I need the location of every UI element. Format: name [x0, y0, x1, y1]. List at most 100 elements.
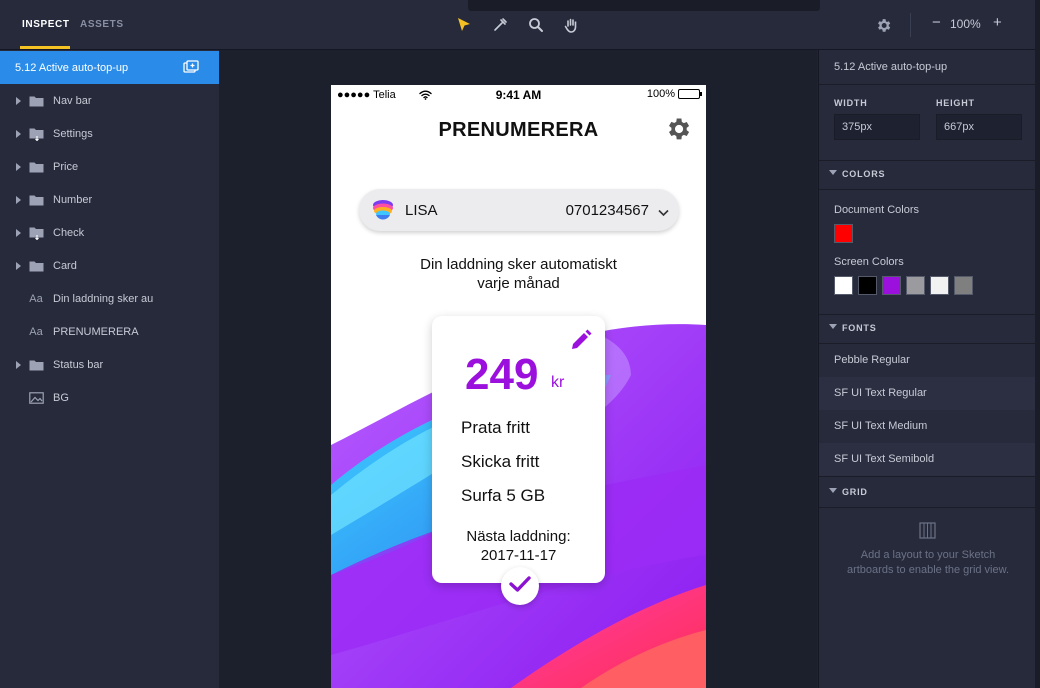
select-cursor-icon[interactable] [453, 14, 475, 36]
expand-arrow-icon[interactable] [16, 129, 21, 138]
layer-label: Check [53, 226, 85, 239]
divider [819, 84, 1037, 85]
expand-arrow-icon[interactable] [16, 261, 21, 270]
collapse-triangle-icon [829, 324, 837, 329]
grid-label: GRID [842, 487, 868, 497]
width-field[interactable]: 375px [834, 114, 920, 140]
zoom-level: 100% [950, 17, 981, 31]
screen-color-swatch[interactable] [858, 276, 877, 295]
font-item[interactable]: SF UI Text Regular [819, 377, 1037, 410]
confirm-check-button[interactable] [501, 567, 539, 605]
inspector-panel: 5.12 Active auto-top-up WIDTH HEIGHT 375… [818, 50, 1040, 688]
plan-card[interactable]: 249 kr Prata fritt Skicka fritt Surfa 5 … [432, 316, 605, 583]
export-artboard-icon[interactable] [183, 60, 199, 77]
divider [819, 160, 1037, 161]
grid-layout-icon [919, 522, 936, 539]
settings-gear-icon[interactable] [664, 115, 692, 143]
colors-label: COLORS [842, 169, 886, 179]
layer-label: PRENUMERERA [53, 325, 139, 338]
divider [819, 507, 1037, 508]
height-field[interactable]: 667px [936, 114, 1022, 140]
layer-card[interactable]: Card [0, 249, 219, 282]
layer-price[interactable]: Price [0, 150, 219, 183]
layer-settings[interactable]: Settings [0, 117, 219, 150]
grid-hint-line-1: Add a layout to your Sketch [860, 549, 996, 561]
layer-label: Din laddning sker au [53, 292, 154, 305]
document-colors-label: Document Colors [834, 204, 919, 216]
grid-section-header[interactable]: GRID [819, 480, 1037, 506]
subscription-description: Din laddning sker automatiskt varje måna… [371, 255, 666, 293]
zoom-in-button[interactable]: + [993, 14, 1002, 31]
expand-arrow-icon[interactable] [16, 162, 21, 171]
account-name: LISA [405, 202, 438, 219]
height-label: HEIGHT [936, 98, 975, 108]
expand-arrow-icon[interactable] [16, 195, 21, 204]
layer-bg[interactable]: BG [0, 381, 219, 414]
divider [819, 476, 1037, 477]
layers-panel: 5.12 Active auto-top-up Nav bar Settings P… [0, 50, 219, 688]
screen-color-swatch[interactable] [834, 276, 853, 295]
collapse-triangle-icon [829, 170, 837, 175]
folder-icon [28, 194, 44, 206]
expand-arrow-icon[interactable] [16, 96, 21, 105]
screen-color-swatch[interactable] [954, 276, 973, 295]
zoom-out-button[interactable]: − [932, 14, 941, 31]
gear-icon[interactable] [872, 14, 894, 36]
top-toolbar: INSPECT ASSETS − 100% + [0, 0, 1040, 50]
chevron-down-icon [658, 204, 669, 222]
expand-arrow-icon[interactable] [16, 228, 21, 237]
text-layer-icon: Aa [29, 292, 43, 305]
artboard-phone[interactable]: ●●●●● Telia 9:41 AM 100% PRENUMERERA LIS… [331, 85, 706, 688]
feature-calls: Prata fritt [461, 418, 530, 437]
grid-hint-text: Add a layout to your Sketch artboards to… [834, 548, 1022, 578]
font-item[interactable]: Pebble Regular [819, 344, 1037, 377]
font-item[interactable]: SF UI Text Semibold [819, 443, 1037, 476]
folder-icon [28, 260, 44, 272]
layer-label: Settings [53, 127, 93, 140]
hand-pan-icon[interactable] [561, 14, 583, 36]
layer-label: 5.12 Active auto-top-up [15, 61, 129, 74]
battery-percent: 100% [646, 88, 675, 100]
eyedropper-icon[interactable] [489, 14, 511, 36]
price-currency: kr [551, 374, 565, 391]
expand-arrow-icon[interactable] [16, 360, 21, 369]
layer-label: Nav bar [53, 94, 92, 107]
next-topup-date: 2017-11-17 [480, 547, 557, 564]
divider [819, 314, 1037, 315]
window-edge [1035, 0, 1040, 688]
feature-data: Surfa 5 GB [461, 486, 546, 505]
description-line-2: varje månad [477, 275, 560, 292]
symbol-folder-icon [28, 227, 44, 240]
image-icon [28, 391, 44, 404]
layer-label: BG [53, 391, 69, 404]
font-item[interactable]: SF UI Text Medium [819, 410, 1037, 443]
tab-assets[interactable]: ASSETS [80, 19, 124, 30]
tab-inspect[interactable]: INSPECT [22, 19, 70, 30]
search-icon[interactable] [525, 14, 547, 36]
layer-label: Number [53, 193, 93, 206]
colors-section-header[interactable]: COLORS [819, 162, 1037, 188]
layer-din-laddning-sker-au[interactable]: Aa Din laddning sker au [0, 282, 219, 315]
layer-prenumerera[interactable]: Aa PRENUMERERA [0, 315, 219, 348]
grid-hint-line-2: artboards to enable the grid view. [846, 564, 1010, 576]
plan-price: 249 [465, 350, 539, 399]
screen-color-swatch[interactable] [906, 276, 925, 295]
toolbar-divider [910, 13, 911, 37]
layer-check[interactable]: Check [0, 216, 219, 249]
layer-label: Card [53, 259, 77, 272]
fonts-section-header[interactable]: FONTS [819, 316, 1037, 342]
folder-icon [28, 359, 44, 371]
screen-color-swatch[interactable] [882, 276, 901, 295]
page-title: PRENUMERERA [438, 119, 599, 141]
layer-artboard-selected[interactable]: 5.12 Active auto-top-up [0, 51, 219, 84]
pencil-edit-icon[interactable] [569, 328, 593, 352]
layer-status-bar[interactable]: Status bar [0, 348, 219, 381]
description-line-1: Din laddning sker automatiskt [420, 256, 617, 273]
screen-color-swatch[interactable] [930, 276, 949, 295]
layer-nav-bar[interactable]: Nav bar [0, 84, 219, 117]
top-strip [468, 0, 820, 11]
account-selector[interactable]: LISA 0701234567 [359, 189, 679, 231]
document-color-swatch[interactable] [834, 224, 853, 243]
layer-number[interactable]: Number [0, 183, 219, 216]
account-number: 0701234567 [565, 202, 649, 219]
